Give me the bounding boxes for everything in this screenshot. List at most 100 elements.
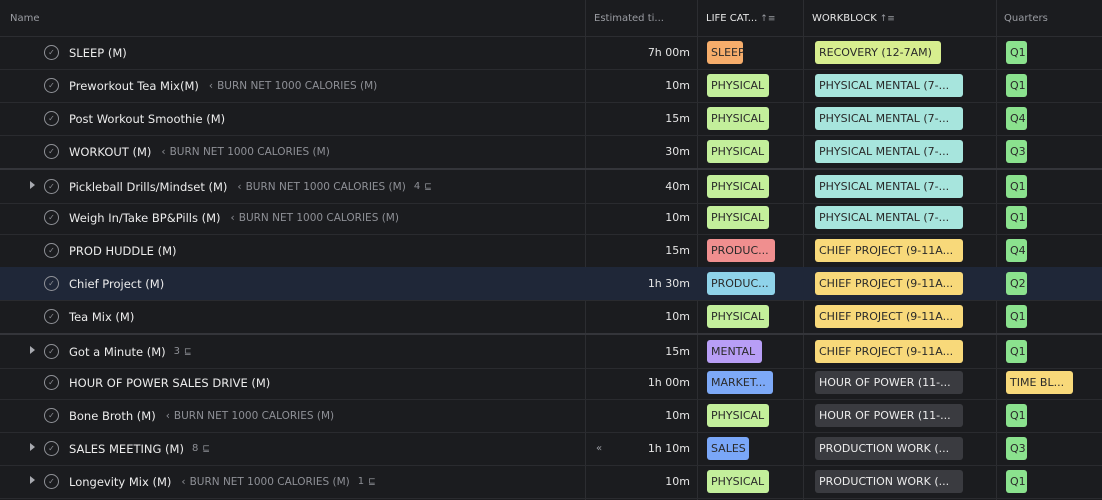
task-name-cell[interactable]: ✓ SLEEP (M) [26,36,586,69]
life-category-tag[interactable]: PHYSICAL [707,404,769,427]
estimate-cell[interactable]: 7h 00m [586,36,696,69]
task-name-cell[interactable]: ✓ WORKOUT (M) ‹ BURN NET 1000 CALORIES (M) [26,135,586,168]
task-name-cell[interactable]: ✓ Tea Mix (M) [26,300,586,333]
estimate-cell[interactable]: 10m [586,399,696,432]
status-check-icon[interactable]: ✓ [44,111,59,126]
quarter-tag[interactable]: Q4 [1006,239,1027,262]
subtask-count[interactable]: 3 ⊑ [174,346,192,357]
workblock-tag[interactable]: PHYSICAL MENTAL (7-... [815,175,963,198]
table-row[interactable]: ✓ Bone Broth (M) ‹ BURN NET 1000 CALORIES (… [0,399,1102,433]
quarter-tag[interactable]: Q1 [1006,404,1027,427]
task-title[interactable]: HOUR OF POWER SALES DRIVE (M) [69,376,270,390]
status-check-icon[interactable]: ✓ [44,309,59,324]
life-category-tag[interactable]: PHYSICAL [707,206,769,229]
task-name-cell[interactable]: ✓ Post Workout Smoothie (M) [26,102,586,135]
quarter-tag[interactable]: TIME BL... [1006,371,1073,394]
status-check-icon[interactable]: ✓ [44,144,59,159]
life-category-tag[interactable]: SALES [707,437,749,460]
estimate-cell[interactable]: « 1h 10m [586,432,696,465]
quarter-tag[interactable]: Q1 [1006,74,1027,97]
status-check-icon[interactable]: ✓ [44,474,59,489]
parent-task-link[interactable]: ‹ BURN NET 1000 CALORIES (M) [166,410,334,422]
parent-task-link[interactable]: ‹ BURN NET 1000 CALORIES (M) [237,181,405,193]
task-title[interactable]: Weigh In/Take BP&Pills (M) [69,211,221,225]
header-quarters[interactable]: Quarters [1004,0,1048,36]
parent-task-link[interactable]: ‹ BURN NET 1000 CALORIES (M) [161,146,329,158]
table-row[interactable]: ✓ Weigh In/Take BP&Pills (M) ‹ BURN NET 100… [0,201,1102,235]
table-row[interactable]: ✓ WORKOUT (M) ‹ BURN NET 1000 CALORIES (M) 3… [0,135,1102,169]
status-check-icon[interactable]: ✓ [44,210,59,225]
subtask-count[interactable]: 1 ⊑ [358,476,376,487]
workblock-tag[interactable]: HOUR OF POWER (11-... [815,404,963,427]
task-title[interactable]: Post Workout Smoothie (M) [69,112,225,126]
status-check-icon[interactable]: ✓ [44,375,59,390]
task-title[interactable]: SALES MEETING (M) [69,442,184,456]
task-title[interactable]: PROD HUDDLE (M) [69,244,177,258]
status-check-icon[interactable]: ✓ [44,344,59,359]
task-title[interactable]: Tea Mix (M) [69,310,134,324]
life-category-tag[interactable]: PRODUC... [707,239,775,262]
estimate-cell[interactable]: 1h 00m [586,366,696,399]
estimate-cell[interactable]: 1h 30m [586,267,696,300]
workblock-tag[interactable]: PRODUCTION WORK (... [815,437,963,460]
parent-task-link[interactable]: ‹ BURN NET 1000 CALORIES (M) [231,212,399,224]
table-row[interactable]: ✓ PROD HUDDLE (M) 15m PRODUC... CHIEF PROJEC… [0,234,1102,268]
quarter-tag[interactable]: Q3 [1006,437,1027,460]
status-check-icon[interactable]: ✓ [44,45,59,60]
quarter-tag[interactable]: Q2 [1006,272,1027,295]
status-check-icon[interactable]: ✓ [44,441,59,456]
status-check-icon[interactable]: ✓ [44,276,59,291]
estimate-cell[interactable]: 40m [586,170,696,203]
status-check-icon[interactable]: ✓ [44,78,59,93]
task-name-cell[interactable]: ✓ Weigh In/Take BP&Pills (M) ‹ BURN NET 100… [26,201,586,234]
table-row[interactable]: ✓ Preworkout Tea Mix(M) ‹ BURN NET 1000 CAL… [0,69,1102,103]
header-estimated-time[interactable]: Estimated ti... [594,0,664,36]
subtask-count[interactable]: 4 ⊑ [414,181,432,192]
estimate-cell[interactable]: 15m [586,102,696,135]
table-row[interactable]: ✓ HOUR OF POWER SALES DRIVE (M) 1h 00m MARK… [0,366,1102,400]
task-title[interactable]: SLEEP (M) [69,46,127,60]
estimate-cell[interactable]: 15m [586,335,696,368]
life-category-tag[interactable]: PHYSICAL [707,140,769,163]
task-name-cell[interactable]: ✓ SALES MEETING (M) 8 ⊑ [26,432,586,465]
estimate-cell[interactable]: 10m [586,300,696,333]
workblock-tag[interactable]: CHIEF PROJECT (9-11A... [815,340,963,363]
quarter-tag[interactable]: Q4 [1006,107,1027,130]
workblock-tag[interactable]: CHIEF PROJECT (9-11A... [815,272,963,295]
table-row[interactable]: ✓ SLEEP (M) 7h 00m SLEEP RECOVERY (12-7AM) Q1 [0,36,1102,70]
life-category-tag[interactable]: PHYSICAL [707,470,769,493]
task-name-cell[interactable]: ✓ Bone Broth (M) ‹ BURN NET 1000 CALORIES (… [26,399,586,432]
table-row[interactable]: ✓ Tea Mix (M) 10m PHYSICAL CHIEF PROJECT (9-… [0,300,1102,334]
table-row[interactable]: ✓ SALES MEETING (M) 8 ⊑ « 1h 10m SALES PRODUCTI… [0,432,1102,466]
parent-task-link[interactable]: ‹ BURN NET 1000 CALORIES (M) [209,80,377,92]
quarter-tag[interactable]: Q1 [1006,206,1027,229]
task-name-cell[interactable]: ✓ Pickleball Drills/Mindset (M) ‹ BURN NET … [26,170,586,203]
workblock-tag[interactable]: RECOVERY (12-7AM) [815,41,941,64]
task-title[interactable]: Got a Minute (M) [69,345,166,359]
quarter-tag[interactable]: Q1 [1006,305,1027,328]
header-name[interactable]: Name [10,0,40,36]
estimate-cell[interactable]: 30m [586,135,696,168]
estimate-cell[interactable]: 15m [586,234,696,267]
task-name-cell[interactable]: ✓ HOUR OF POWER SALES DRIVE (M) [26,366,586,399]
quarter-tag[interactable]: Q1 [1006,340,1027,363]
life-category-tag[interactable]: PHYSICAL [707,175,769,198]
task-name-cell[interactable]: ✓ Got a Minute (M) 3 ⊑ [26,335,586,368]
parent-task-link[interactable]: ‹ BURN NET 1000 CALORIES (M) [181,476,349,488]
life-category-tag[interactable]: PHYSICAL [707,107,769,130]
header-workblock[interactable]: WORKBLOCK ↑≡ [812,0,895,36]
task-title[interactable]: Preworkout Tea Mix(M) [69,79,199,93]
estimate-cell[interactable]: 10m [586,69,696,102]
table-row[interactable]: ✓ Chief Project (M) 1h 30m PRODUC... CHIEF P… [0,267,1102,301]
subtask-count[interactable]: 8 ⊑ [192,443,210,454]
workblock-tag[interactable]: HOUR OF POWER (11-... [815,371,963,394]
workblock-tag[interactable]: PHYSICAL MENTAL (7-... [815,74,963,97]
task-title[interactable]: Longevity Mix (M) [69,475,171,489]
quarter-tag[interactable]: Q3 [1006,140,1027,163]
quarter-tag[interactable]: Q1 [1006,41,1027,64]
table-row[interactable]: ✓ Post Workout Smoothie (M) 15m PHYSICAL PHY… [0,102,1102,136]
workblock-tag[interactable]: PHYSICAL MENTAL (7-... [815,140,963,163]
task-title[interactable]: Chief Project (M) [69,277,164,291]
table-row[interactable]: ✓ Pickleball Drills/Mindset (M) ‹ BURN NET … [0,168,1102,204]
task-name-cell[interactable]: ✓ Chief Project (M) [26,267,586,300]
